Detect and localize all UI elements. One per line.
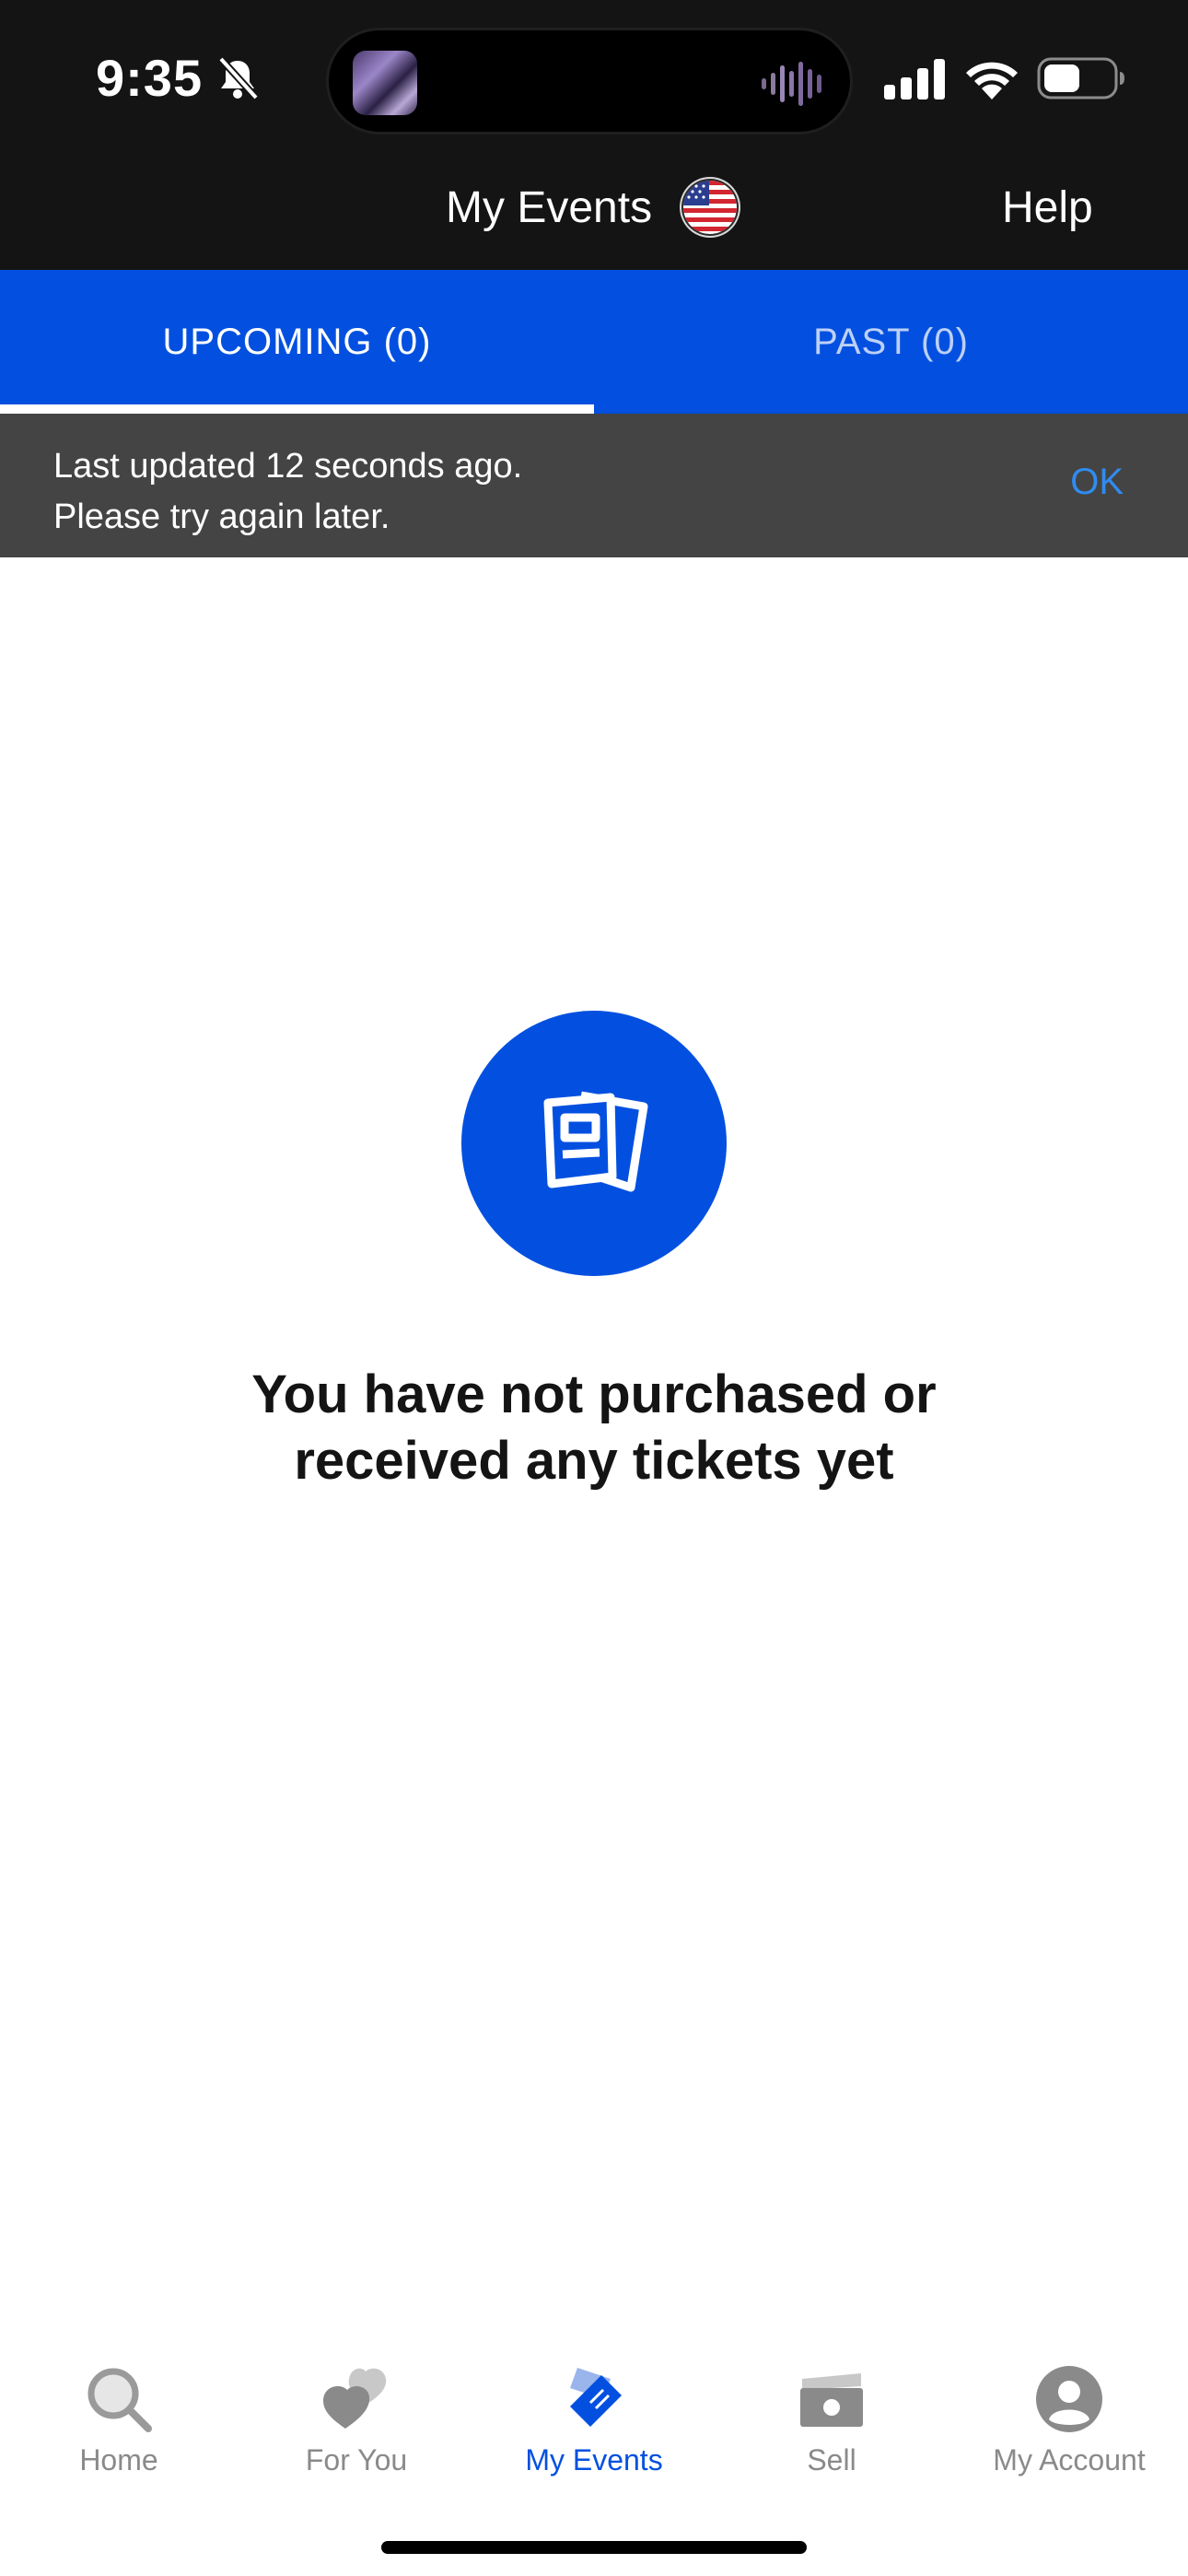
empty-state-line-1: You have not purchased or bbox=[251, 1364, 937, 1424]
empty-state-message: You have not purchased or received any t… bbox=[0, 1362, 1188, 1494]
nav-my-account[interactable]: My Account bbox=[950, 2340, 1188, 2506]
now-playing-artwork[interactable] bbox=[353, 51, 417, 115]
page-title: My Events bbox=[446, 183, 653, 232]
hearts-icon bbox=[323, 2368, 387, 2429]
empty-state-line-2: received any tickets yet bbox=[294, 1431, 894, 1491]
nav-my-events[interactable]: My Events bbox=[475, 2340, 713, 2506]
snackbar-line-1: Last updated 12 seconds ago. bbox=[53, 447, 523, 486]
active-tab-indicator bbox=[0, 404, 594, 414]
search-icon bbox=[87, 2368, 152, 2432]
update-snackbar: Last updated 12 seconds ago. Please try … bbox=[0, 414, 1188, 557]
nav-sell-label: Sell bbox=[807, 2443, 856, 2476]
top-bar: 9:35 My Events Help bbox=[0, 0, 1188, 270]
tab-upcoming[interactable]: UPCOMING (0) bbox=[0, 270, 594, 414]
nav-my-account-label: My Account bbox=[993, 2443, 1146, 2476]
bottom-tab-bar: Home For You My Events Sell My Account bbox=[0, 2340, 1188, 2506]
empty-state-badge bbox=[461, 1011, 727, 1276]
bell-slash-icon bbox=[218, 56, 259, 100]
us-flag-icon[interactable] bbox=[678, 175, 742, 240]
ticket-icon bbox=[570, 2368, 622, 2427]
nav-my-events-label: My Events bbox=[525, 2443, 663, 2476]
tickets-icon bbox=[543, 1091, 648, 1192]
header: My Events Help bbox=[0, 175, 1188, 240]
snackbar-line-2: Please try again later. bbox=[53, 498, 390, 536]
audio-waveform-icon bbox=[762, 62, 821, 106]
status-time: 9:35 bbox=[96, 49, 204, 107]
nav-for-you[interactable]: For You bbox=[238, 2340, 475, 2506]
tab-past[interactable]: PAST (0) bbox=[594, 270, 1188, 414]
nav-for-you-label: For You bbox=[305, 2443, 408, 2476]
wifi-icon bbox=[966, 62, 1018, 100]
signal-icon bbox=[884, 59, 945, 100]
event-tabs: UPCOMING (0) PAST (0) bbox=[0, 270, 1188, 414]
battery-icon bbox=[1037, 57, 1124, 100]
nav-sell[interactable]: Sell bbox=[713, 2340, 950, 2506]
nav-home[interactable]: Home bbox=[0, 2340, 238, 2506]
account-icon bbox=[1036, 2366, 1102, 2432]
dynamic-island[interactable] bbox=[326, 28, 853, 135]
help-link[interactable]: Help bbox=[1002, 182, 1093, 233]
nav-home-label: Home bbox=[79, 2443, 158, 2476]
snackbar-message: Last updated 12 seconds ago. Please try … bbox=[53, 441, 522, 543]
cash-icon bbox=[800, 2373, 863, 2427]
home-indicator[interactable] bbox=[381, 2541, 807, 2554]
snackbar-ok-button[interactable]: OK bbox=[1070, 462, 1124, 503]
